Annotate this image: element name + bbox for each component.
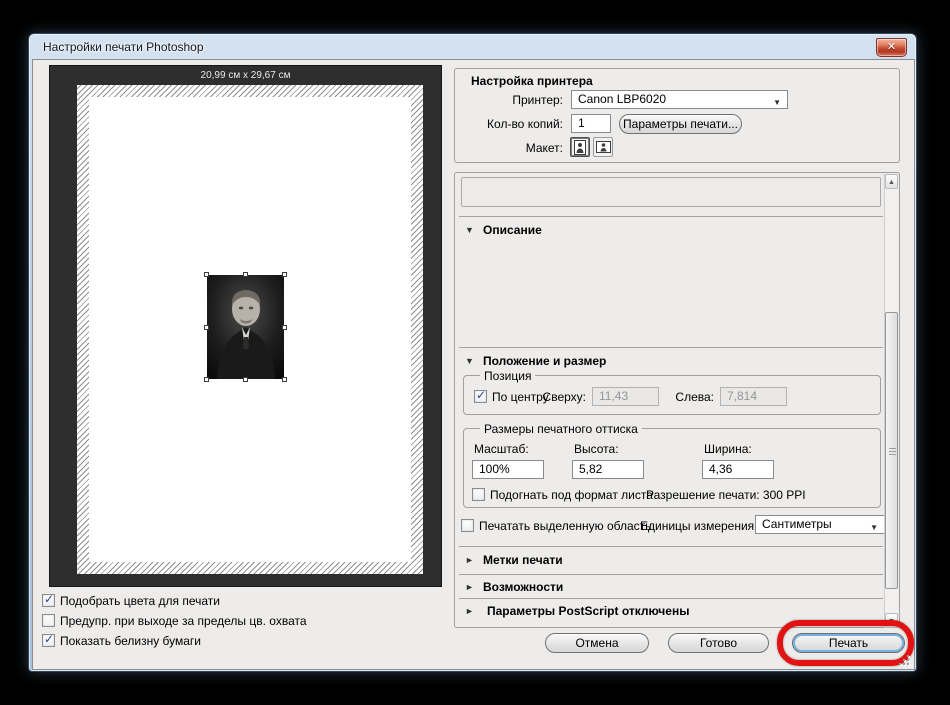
chevron-down-icon: ▼ bbox=[773, 94, 781, 111]
printer-label: Принтер: bbox=[455, 93, 563, 107]
section-postscript[interactable]: ► Параметры PostScript отключены bbox=[455, 604, 875, 620]
print-size-group: Размеры печатного оттиска Масштаб: Высот… bbox=[463, 428, 881, 508]
cancel-button[interactable]: Отмена bbox=[545, 633, 649, 653]
checkbox-checked-icon: ✓ bbox=[42, 594, 55, 607]
scrollbar-grip-icon bbox=[889, 451, 896, 452]
checkbox-unchecked-icon: ✓ bbox=[461, 519, 474, 532]
section-description[interactable]: ▼ Описание bbox=[455, 223, 875, 239]
landscape-orientation-icon bbox=[596, 141, 611, 153]
fit-to-page-checkbox[interactable]: ✓ Подогнать под формат листа bbox=[472, 487, 653, 502]
printer-select-value: Canon LBP6020 bbox=[578, 92, 666, 106]
selection-handle-nw[interactable] bbox=[204, 272, 209, 277]
section-features[interactable]: ► Возможности bbox=[455, 580, 875, 596]
titlebar[interactable]: Настройки печати Photoshop ✕ bbox=[29, 34, 916, 59]
print-settings-dialog: Настройки печати Photoshop ✕ 20,99 см x … bbox=[28, 33, 917, 672]
height-input[interactable]: 5,82 bbox=[572, 460, 644, 479]
close-button[interactable]: ✕ bbox=[876, 38, 907, 57]
top-offset-input[interactable]: 11,43 bbox=[592, 387, 659, 406]
triangle-collapsed-icon: ► bbox=[465, 606, 474, 616]
section-description-title: Описание bbox=[483, 223, 542, 237]
units-label: Единицы измерения: bbox=[640, 519, 758, 533]
left-offset-input[interactable]: 7,814 bbox=[720, 387, 787, 406]
paper-size-label: 20,99 см x 29,67 см bbox=[50, 70, 441, 81]
triangle-collapsed-icon: ► bbox=[465, 555, 474, 565]
left-offset-label: Слева: bbox=[666, 390, 714, 404]
units-select-value: Сантиметры bbox=[762, 517, 832, 531]
height-label: Высота: bbox=[574, 442, 619, 456]
print-selected-area-label: Печатать выделенную область bbox=[479, 519, 651, 533]
selection-handle-s[interactable] bbox=[243, 377, 248, 382]
settings-panel: ▼ Описание ▼ Положение и размер Позиция … bbox=[454, 172, 900, 628]
copies-label: Кол-во копий: bbox=[455, 117, 563, 131]
scroll-down-icon: ▼ bbox=[888, 618, 895, 625]
checkbox-checked-icon: ✓ bbox=[42, 634, 55, 647]
scale-input[interactable]: 100% bbox=[472, 460, 544, 479]
printer-select[interactable]: Canon LBP6020 ▼ bbox=[571, 90, 788, 109]
section-features-title: Возможности bbox=[483, 580, 563, 594]
preview-photo[interactable] bbox=[207, 275, 284, 379]
units-select[interactable]: Сантиметры ▼ bbox=[755, 515, 885, 534]
selection-handle-n[interactable] bbox=[243, 272, 248, 277]
checkbox-unchecked-icon: ✓ bbox=[472, 488, 485, 501]
print-selected-area-checkbox[interactable]: ✓ Печатать выделенную область bbox=[461, 518, 651, 533]
resize-grip[interactable] bbox=[898, 654, 909, 665]
layout-portrait-button[interactable] bbox=[570, 137, 590, 157]
match-colors-checkbox[interactable]: ✓ Подобрать цвета для печати bbox=[42, 593, 220, 608]
section-position-size-title: Положение и размер bbox=[483, 354, 606, 368]
close-icon: ✕ bbox=[887, 41, 896, 53]
triangle-collapsed-icon: ► bbox=[465, 582, 474, 592]
done-button[interactable]: Готово bbox=[668, 633, 769, 653]
width-input[interactable]: 4,36 bbox=[702, 460, 774, 479]
print-button[interactable]: Печать bbox=[792, 633, 905, 653]
gamut-warning-label: Предупр. при выходе за пределы цв. охват… bbox=[60, 614, 307, 628]
gamut-warning-checkbox[interactable]: ✓ Предупр. при выходе за пределы цв. охв… bbox=[42, 613, 307, 628]
fit-to-page-label: Подогнать под формат листа bbox=[490, 488, 653, 502]
selection-handle-se[interactable] bbox=[282, 377, 287, 382]
copies-input[interactable]: 1 bbox=[571, 114, 611, 133]
section-position-size[interactable]: ▼ Положение и размер bbox=[455, 354, 875, 370]
color-management-remnant-box bbox=[461, 177, 881, 207]
checkbox-checked-icon: ✓ bbox=[474, 390, 487, 403]
dialog-body: 20,99 см x 29,67 см bbox=[32, 59, 915, 670]
top-offset-label: Сверху: bbox=[534, 390, 586, 404]
section-printing-marks-title: Метки печати bbox=[483, 553, 563, 567]
print-size-group-legend: Размеры печатного оттиска bbox=[480, 422, 642, 436]
portrait-image bbox=[207, 275, 284, 379]
scrollbar-thumb[interactable] bbox=[885, 312, 898, 589]
section-printing-marks[interactable]: ► Метки печати bbox=[455, 553, 875, 569]
printer-setup-group: Настройка принтера Принтер: Canon LBP602… bbox=[454, 68, 900, 163]
divider bbox=[459, 598, 883, 599]
chevron-down-icon: ▼ bbox=[870, 519, 878, 536]
show-paper-white-checkbox[interactable]: ✓ Показать белизну бумаги bbox=[42, 633, 201, 648]
position-group-legend: Позиция bbox=[480, 369, 535, 383]
width-label: Ширина: bbox=[704, 442, 752, 456]
selection-handle-w[interactable] bbox=[204, 325, 209, 330]
divider bbox=[459, 347, 883, 348]
show-paper-white-label: Показать белизну бумаги bbox=[60, 634, 201, 648]
triangle-expanded-icon: ▼ bbox=[465, 356, 474, 366]
selection-handle-e[interactable] bbox=[282, 325, 287, 330]
print-resolution-text: Разрешение печати: 300 PPI bbox=[646, 488, 806, 502]
printer-setup-title: Настройка принтера bbox=[471, 74, 593, 88]
position-group: Позиция ✓ По центру Сверху: 11,43 Слева:… bbox=[463, 375, 881, 415]
window-title: Настройки печати Photoshop bbox=[43, 40, 204, 54]
section-postscript-title: Параметры PostScript отключены bbox=[487, 604, 689, 618]
selection-handle-sw[interactable] bbox=[204, 377, 209, 382]
portrait-orientation-icon bbox=[574, 140, 586, 155]
divider bbox=[459, 546, 883, 547]
divider bbox=[459, 216, 883, 217]
layout-label: Макет: bbox=[455, 141, 563, 155]
divider bbox=[459, 574, 883, 575]
scroll-down-button[interactable]: ▼ bbox=[885, 613, 898, 628]
scroll-up-icon: ▲ bbox=[888, 179, 895, 186]
triangle-expanded-icon: ▼ bbox=[465, 225, 474, 235]
scale-label: Масштаб: bbox=[474, 442, 529, 456]
scroll-up-button[interactable]: ▲ bbox=[885, 174, 898, 189]
selection-handle-ne[interactable] bbox=[282, 272, 287, 277]
print-options-button[interactable]: Параметры печати... bbox=[619, 114, 742, 134]
match-colors-label: Подобрать цвета для печати bbox=[60, 594, 220, 608]
layout-landscape-button[interactable] bbox=[593, 137, 613, 157]
scrollbar[interactable]: ▲ ▼ bbox=[884, 174, 898, 628]
checkbox-unchecked-icon: ✓ bbox=[42, 614, 55, 627]
